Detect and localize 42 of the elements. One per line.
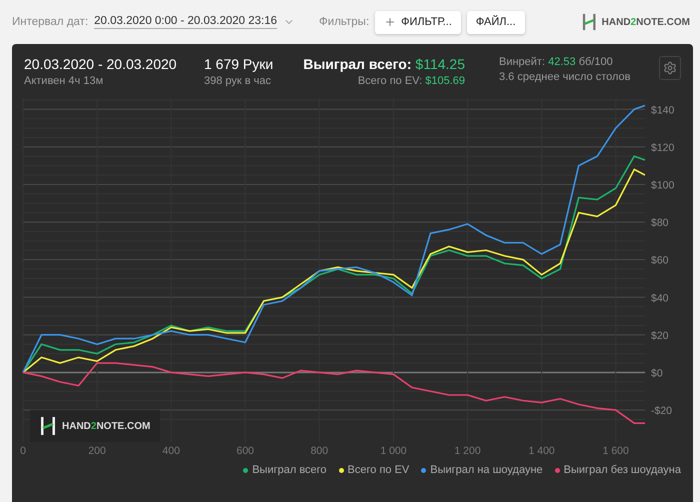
x-tick-label: 800 — [310, 445, 328, 457]
tables-text: 3.6 среднее число столов — [499, 71, 631, 83]
legend-label[interactable]: Выиграл всего — [252, 464, 327, 476]
period-text: 20.03.2020 - 20.03.2020 — [24, 56, 177, 72]
y-tick-label: $20 — [651, 330, 669, 342]
x-tick-label: 1 000 — [380, 445, 407, 457]
legend-label[interactable]: Выиграл без шоудауна — [564, 464, 681, 476]
plus-icon — [384, 16, 396, 28]
logo-text: HAND2NOTE.COM — [602, 16, 690, 28]
y-tick-label: $100 — [651, 179, 674, 192]
y-tick-label: $0 — [651, 367, 663, 380]
date-range-field[interactable]: 20.03.2020 0:00 - 20.03.2020 23:16 — [94, 15, 278, 29]
legend-label[interactable]: Всего по EV — [348, 464, 410, 476]
x-tick-label: 600 — [236, 445, 254, 457]
x-tick-label: 400 — [162, 445, 180, 457]
active-time-text: Активен 4ч 13м — [24, 75, 104, 87]
date-label: Интервал дат: — [12, 16, 88, 28]
filter-button[interactable]: ФИЛЬТР... — [375, 10, 461, 34]
x-tick-label: 1 400 — [528, 445, 555, 457]
y-tick-label: $120 — [651, 142, 674, 154]
winrate-text: Винрейт: 42.53 бб/100 — [499, 56, 613, 68]
logo-icon — [40, 416, 56, 436]
ev-total: Всего по EV: $105.69 — [358, 75, 465, 87]
x-tick-label: 1 600 — [602, 445, 629, 457]
file-button[interactable]: ФАЙЛ... — [466, 10, 525, 34]
y-tick-label: $60 — [651, 254, 669, 267]
y-tick-label: $40 — [651, 292, 669, 304]
legend-label[interactable]: Выиграл на шоудауне — [430, 464, 543, 476]
x-tick-label: 200 — [88, 445, 106, 457]
settings-button[interactable] — [659, 56, 681, 80]
watermark-text: HAND2NOTE.COM — [62, 420, 150, 432]
gear-icon — [663, 61, 677, 75]
filters-label: Фильтры: — [319, 16, 370, 28]
x-tick-label: 0 — [20, 445, 26, 457]
hands-rate: 398 рук в час — [204, 75, 272, 87]
x-tick-label: 1 200 — [454, 445, 481, 457]
y-tick-label: -$20 — [651, 405, 672, 418]
y-tick-label: $140 — [651, 104, 674, 116]
won-total: Выиграл всего: $114.25 — [303, 56, 465, 72]
logo-icon — [582, 13, 597, 31]
y-tick-label: $80 — [651, 217, 669, 230]
hands-count: 1 679 Руки — [204, 56, 274, 72]
